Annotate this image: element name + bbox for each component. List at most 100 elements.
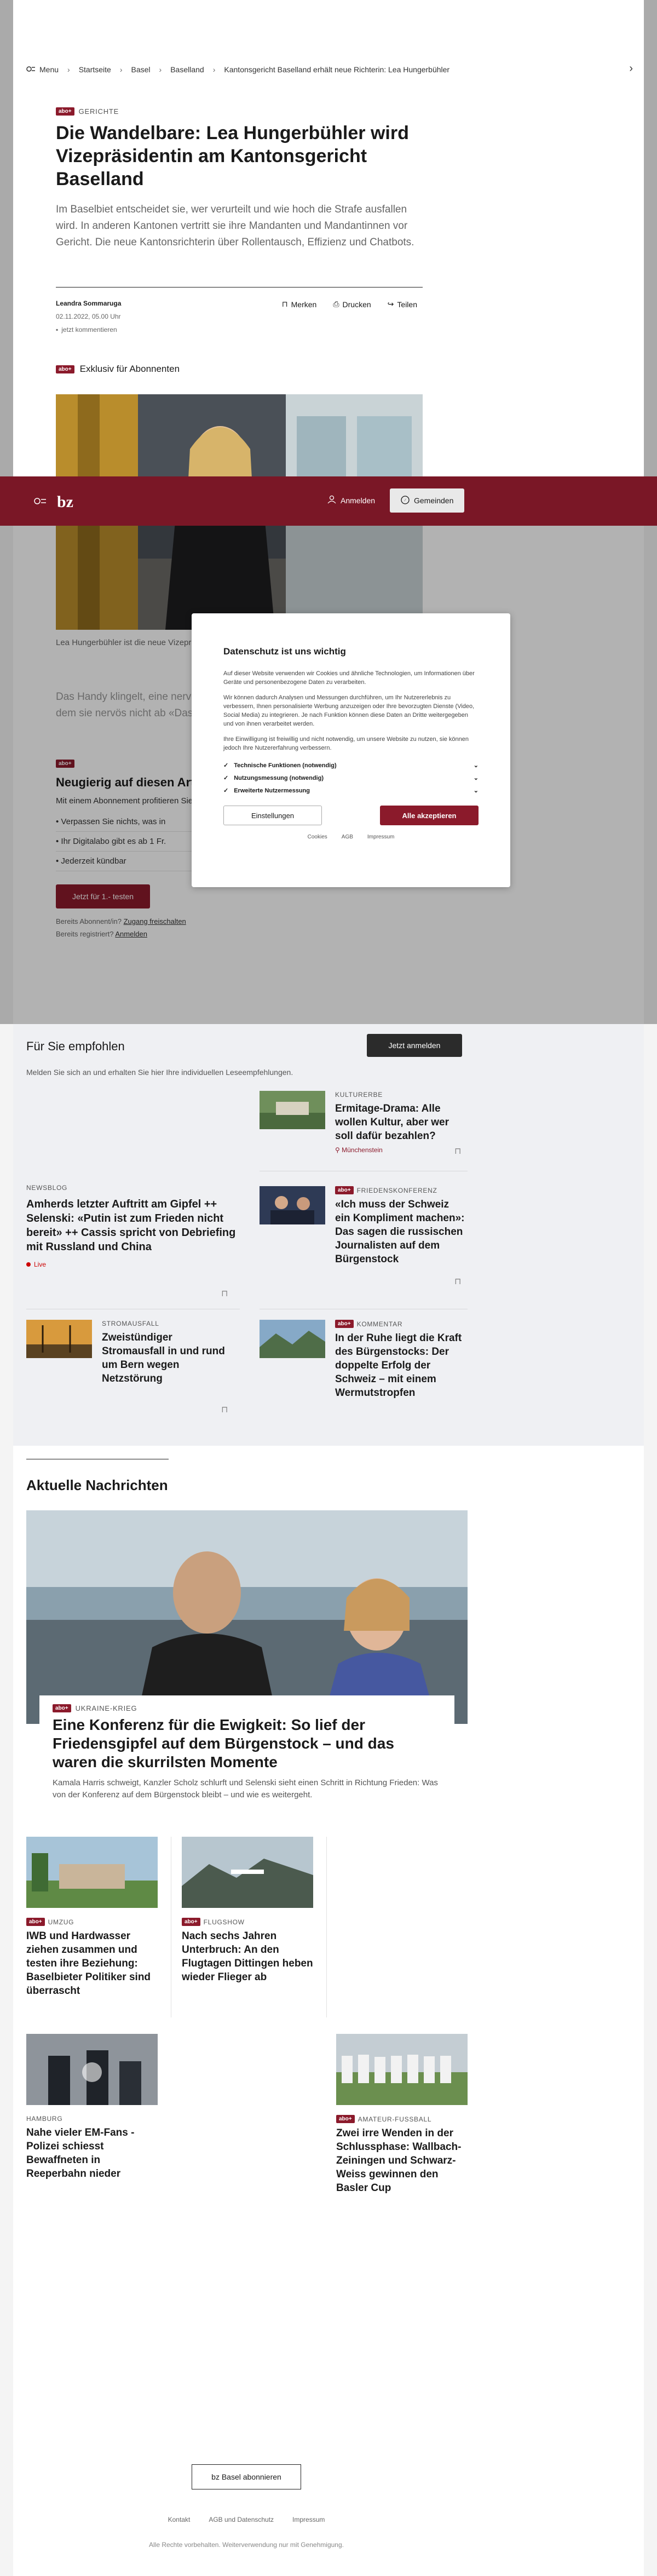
kicker-label: Friedenskonferenz [356,1186,437,1194]
chevron-down-icon[interactable]: ⌄ [474,774,479,781]
article-actions: ⊓ Merken ⎙ Drucken ↪ Teilen [282,300,417,309]
card-kicker: abo+ Friedenskonferenz [335,1186,466,1194]
chevron-down-icon[interactable]: ⌄ [474,787,479,794]
news-tile[interactable]: abo+ Amateur-Fussball Zwei irre Wenden in… [336,2034,468,2195]
menu-button[interactable]: Menu [26,65,59,74]
accept-all-button[interactable]: Alle akzeptieren [380,806,479,825]
author-name[interactable]: Leandra Sommaruga [56,300,121,307]
breadcrumb-home[interactable]: Startseite [79,65,111,74]
imprint-link[interactable]: Impressum [292,2516,325,2523]
municipalities-button[interactable]: Gemeinden [390,488,465,513]
bookmark-icon[interactable]: ⊓ [221,1404,228,1415]
recommended-card[interactable]: abo+ Kommentar In der Ruhe liegt die Kraf… [260,1320,468,1429]
breadcrumb-basel[interactable]: Basel [131,65,151,74]
recommended-card[interactable]: abo+ Friedenskonferenz «Ich muss der Schw… [260,1186,468,1274]
breadcrumb-separator-icon: › [212,65,216,74]
breadcrumb-separator-icon: › [67,65,70,74]
card-image [260,1091,325,1129]
recommended-card-large[interactable]: Newsblog Amherds letzter Auftritt am Gip… [26,1184,240,1268]
breadcrumb-baselland[interactable]: Baselland [170,65,204,74]
check-icon: ✓ [223,762,229,769]
agb-link[interactable]: AGB [342,834,353,840]
comments-label: jetzt kommentieren [61,326,117,334]
user-icon [327,495,336,505]
option-label: Erweiterte Nutzermessung [234,787,310,794]
recommended-card[interactable]: Kulturerbe Ermitage-Drama: Alle wollen K… [260,1091,468,1157]
printer-icon: ⎙ [333,300,339,308]
kicker-label: Ukraine-Krieg [75,1704,137,1712]
news-tile[interactable]: abo+ Umzug IWB und Hardwasser ziehen zusa… [26,1837,158,1998]
recommended-section: Für Sie empfohlen Jetzt anmelden Melden … [13,1024,644,1446]
breadcrumb: Menu › Startseite › Basel › Baselland › … [13,50,644,89]
lead-story[interactable]: abo+ Ukraine-Krieg Eine Konferenz für die… [39,1695,454,1811]
tile-image [26,1837,158,1908]
card-title: Zweistündiger Stromausfall in und rund u… [102,1332,225,1384]
bookmark-icon[interactable]: ⊓ [454,1146,461,1157]
menu-icon [26,65,35,74]
comment-icon: ▪ [56,326,59,334]
article-meta: Leandra Sommaruga 02.11.2022, 05.00 Uhr … [56,287,423,342]
tile-image [336,2034,468,2105]
consent-option[interactable]: ✓ Nutzungsmessung (notwendig) ⌄ [223,772,479,784]
print-label: Drucken [342,300,371,309]
share-label: Teilen [397,300,417,309]
exclusive-label: abo+ Exklusiv für Abonnenten [56,364,180,375]
recommended-login-button[interactable]: Jetzt anmelden [367,1034,462,1057]
share-button[interactable]: ↪ Teilen [388,300,417,309]
location-label: Münchenstein [342,1146,383,1154]
kicker-label: Kommentar [356,1320,403,1328]
consent-links: Cookies AGB Impressum [223,834,479,840]
bz-logo: bz [57,493,73,511]
divider [326,1837,327,2017]
print-button[interactable]: ⎙ Drucken [333,300,371,309]
menu-icon[interactable] [34,497,50,508]
card-kicker: Newsblog [26,1184,68,1192]
card-kicker: Kulturerbe [335,1091,383,1099]
kicker-label: Flugshow [203,1918,245,1926]
consent-title: Datenschutz ist uns wichtig [223,646,346,657]
card-title: Amherds letzter Auftritt am Gipfel ++ Se… [26,1198,236,1253]
bookmark-icon[interactable]: ⊓ [221,1288,228,1299]
chevron-down-icon[interactable]: ⌄ [474,762,479,769]
plus-badge: abo+ [335,1186,354,1194]
consent-buttons: Einstellungen Alle akzeptieren [223,806,479,825]
card-title: Ermitage-Drama: Alle wollen Kultur, aber… [335,1103,449,1142]
lead-description: Kamala Harris schweigt, Kanzler Scholz s… [53,1778,438,1799]
bookmark-button[interactable]: ⊓ Merken [282,300,317,309]
footer-links: Kontakt AGB und Datenschutz Impressum [13,2516,480,2523]
consent-option[interactable]: ✓ Technische Funktionen (notwendig) ⌄ [223,759,479,772]
site-logo[interactable]: bz [34,493,73,511]
card-kicker: Stromausfall [102,1320,159,1327]
comments-link[interactable]: ▪ jetzt kommentieren [56,326,117,334]
tile-image [26,2034,158,2105]
kicker-label: Amateur-Fussball [358,2115,432,2123]
consent-dialog: Datenschutz ist uns wichtig Auf dieser W… [192,613,510,887]
news-tile[interactable]: abo+ Flugshow Nach sechs Jahren Unterbruc… [182,1837,313,1984]
chevron-right-icon[interactable]: › [629,62,633,75]
plus-badge: abo+ [56,107,74,116]
consent-settings-button[interactable]: Einstellungen [223,806,322,825]
card-kicker: abo+ Kommentar [335,1320,466,1328]
login-button[interactable]: Anmelden [327,495,375,505]
consent-option[interactable]: ✓ Erweiterte Nutzermessung ⌄ [223,784,479,797]
check-icon: ✓ [223,775,229,781]
exclusive-text: Exklusiv für Abonnenten [79,364,180,374]
plus-badge: abo+ [56,365,74,373]
login-label: Anmelden [341,496,376,505]
card-image [260,1186,325,1224]
bookmark-icon[interactable]: ⊓ [454,1276,461,1287]
contact-link[interactable]: Kontakt [168,2516,191,2523]
copyright: Alle Rechte vorbehalten. Weiterverwendun… [149,2541,344,2549]
kicker-label: Umzug [48,1918,74,1926]
cookies-link[interactable]: Cookies [308,834,327,840]
news-tile[interactable]: Hamburg Nahe vieler EM-Fans - Polizei sc… [26,2034,158,2181]
recommended-card[interactable]: Stromausfall Zweistündiger Stromausfall … [26,1320,240,1407]
option-label: Technische Funktionen (notwendig) [234,762,337,769]
privacy-link[interactable]: AGB und Datenschutz [209,2516,274,2523]
lead-story-image[interactable] [26,1510,468,1724]
imprint-link[interactable]: Impressum [367,834,394,840]
subscribe-button[interactable]: bz Basel abonnieren [192,2464,301,2489]
bookmark-icon: ⊓ [281,300,288,308]
menu-label: Menu [39,65,59,74]
consent-text: Ihre Einwilligung ist freiwillig und nic… [223,736,469,751]
